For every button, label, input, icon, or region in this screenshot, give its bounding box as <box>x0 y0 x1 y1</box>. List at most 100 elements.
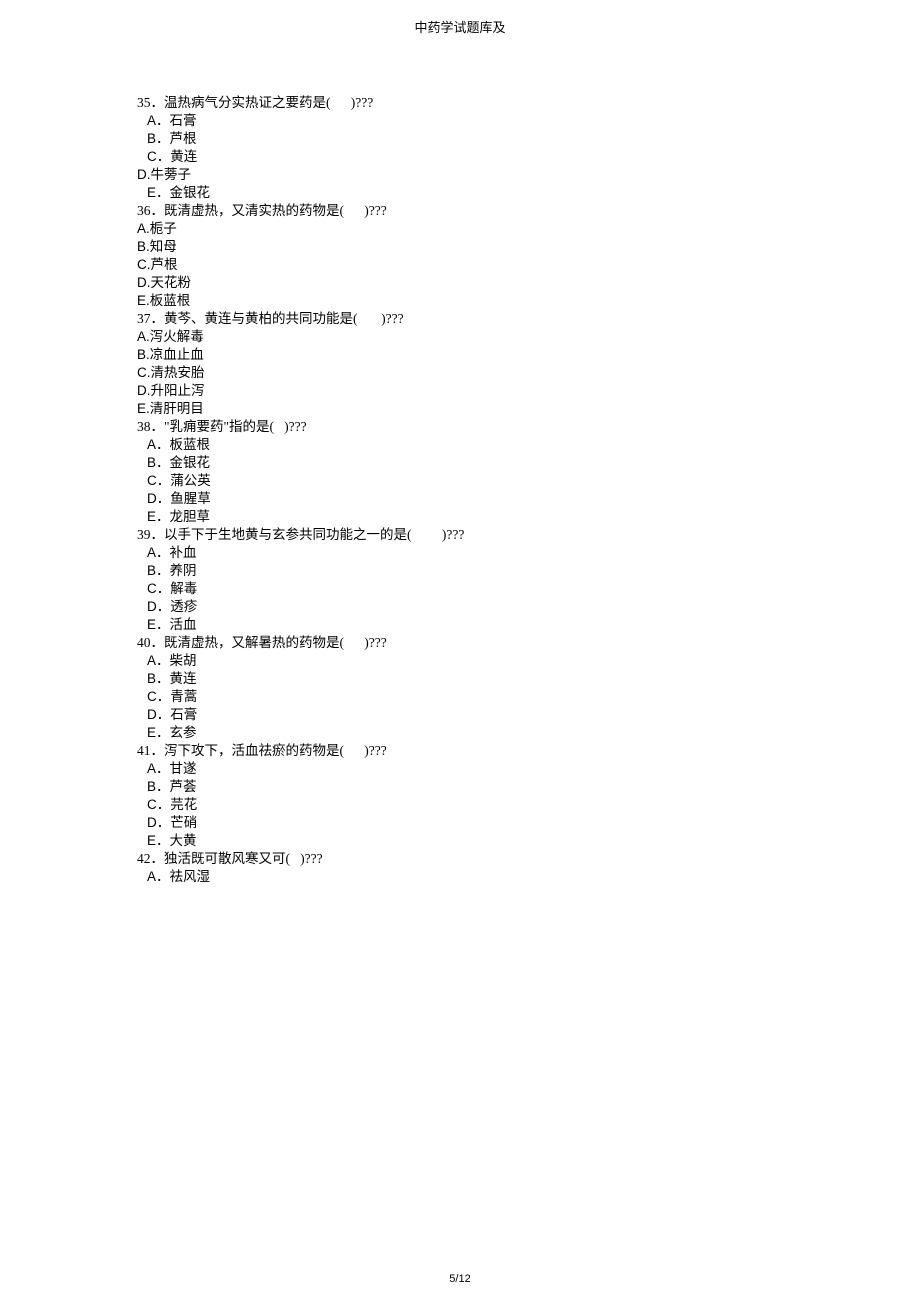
option-text: 芫花 <box>170 797 197 812</box>
option-text: 芒硝 <box>170 815 197 830</box>
option-line: A．祛风湿 <box>137 868 920 886</box>
option-line: D．石膏 <box>137 706 920 724</box>
option-line: D．透疹 <box>137 598 920 616</box>
option-text: 补血 <box>170 545 197 560</box>
option-text: 祛风湿 <box>170 869 211 884</box>
option-letter: A． <box>147 653 170 668</box>
question-line: 42．独活既可散风寒又可( )??? <box>137 850 920 868</box>
option-letter: D. <box>137 275 151 290</box>
option-letter: B. <box>137 347 150 362</box>
option-line: C．解毒 <box>137 580 920 598</box>
option-line: A．甘遂 <box>137 760 920 778</box>
option-letter: E. <box>137 293 150 308</box>
option-line: E．金银花 <box>137 184 920 202</box>
option-text: 鱼腥草 <box>170 491 211 506</box>
option-line: A.泻火解毒 <box>137 328 920 346</box>
option-text: 板蓝根 <box>170 437 211 452</box>
option-text: 芦荟 <box>170 779 197 794</box>
option-text: 板蓝根 <box>150 293 191 308</box>
option-line: C.芦根 <box>137 256 920 274</box>
option-letter: A. <box>137 329 150 344</box>
option-letter: A. <box>137 221 150 236</box>
option-text: 知母 <box>150 239 177 254</box>
option-letter: A． <box>147 545 170 560</box>
option-letter: E． <box>147 185 170 200</box>
option-letter: B． <box>147 563 170 578</box>
option-letter: E． <box>147 617 170 632</box>
option-letter: D． <box>147 491 170 506</box>
option-letter: B． <box>147 455 170 470</box>
option-line: B.知母 <box>137 238 920 256</box>
question-line: 36．既清虚热，又清实热的药物是( )??? <box>137 202 920 220</box>
option-letter: A． <box>147 761 170 776</box>
option-line: E.板蓝根 <box>137 292 920 310</box>
option-letter: D． <box>147 599 170 614</box>
option-line: C．黄连 <box>137 148 920 166</box>
option-letter: B． <box>147 779 170 794</box>
option-text: 石膏 <box>170 707 197 722</box>
page-footer: 5/12 <box>0 1273 920 1285</box>
option-line: D.牛蒡子 <box>137 166 920 184</box>
question-line: 35．温热病气分实热证之要药是( )??? <box>137 94 920 112</box>
question-line: 40．既清虚热，又解暑热的药物是( )??? <box>137 634 920 652</box>
option-line: A．柴胡 <box>137 652 920 670</box>
option-letter: D． <box>147 707 170 722</box>
option-text: 黄连 <box>170 149 197 164</box>
option-line: E．大黄 <box>137 832 920 850</box>
option-letter: B． <box>147 131 170 146</box>
option-text: 柴胡 <box>170 653 197 668</box>
option-text: 蒲公英 <box>170 473 211 488</box>
page-header: 中药学试题库及 <box>0 0 920 36</box>
option-letter: D． <box>147 815 170 830</box>
option-text: 青蒿 <box>170 689 197 704</box>
option-letter: C. <box>137 365 151 380</box>
option-text: 活血 <box>170 617 197 632</box>
question-line: 37．黄芩、黄连与黄柏的共同功能是( )??? <box>137 310 920 328</box>
option-text: 石膏 <box>170 113 197 128</box>
option-text: 龙胆草 <box>170 509 211 524</box>
option-text: 甘遂 <box>170 761 197 776</box>
option-letter: E． <box>147 725 170 740</box>
option-line: D.天花粉 <box>137 274 920 292</box>
option-letter: C. <box>137 257 151 272</box>
option-line: E．龙胆草 <box>137 508 920 526</box>
option-text: 升阳止泻 <box>151 383 205 398</box>
option-text: 清肝明目 <box>150 401 204 416</box>
option-text: 金银花 <box>170 455 211 470</box>
option-text: 透疹 <box>170 599 197 614</box>
option-line: B．养阴 <box>137 562 920 580</box>
option-letter: A． <box>147 437 170 452</box>
option-line: C.清热安胎 <box>137 364 920 382</box>
page-number: 5/12 <box>449 1273 470 1285</box>
option-letter: D. <box>137 167 151 182</box>
option-text: 黄连 <box>170 671 197 686</box>
option-letter: C． <box>147 689 170 704</box>
option-text: 牛蒡子 <box>151 167 192 182</box>
option-line: D.升阳止泻 <box>137 382 920 400</box>
option-text: 解毒 <box>170 581 197 596</box>
option-letter: C． <box>147 473 170 488</box>
option-text: 栀子 <box>150 221 177 236</box>
option-letter: C． <box>147 581 170 596</box>
option-letter: B. <box>137 239 150 254</box>
option-letter: E． <box>147 509 170 524</box>
option-text: 金银花 <box>170 185 211 200</box>
option-text: 凉血止血 <box>150 347 204 362</box>
option-line: D．鱼腥草 <box>137 490 920 508</box>
option-text: 大黄 <box>170 833 197 848</box>
option-line: B．芦根 <box>137 130 920 148</box>
option-line: C．蒲公英 <box>137 472 920 490</box>
option-text: 玄参 <box>170 725 197 740</box>
option-letter: C． <box>147 149 170 164</box>
option-line: E．玄参 <box>137 724 920 742</box>
option-letter: C． <box>147 797 170 812</box>
option-line: A．板蓝根 <box>137 436 920 454</box>
option-line: C．青蒿 <box>137 688 920 706</box>
option-letter: E． <box>147 833 170 848</box>
option-text: 天花粉 <box>151 275 192 290</box>
option-line: C．芫花 <box>137 796 920 814</box>
option-line: D．芒硝 <box>137 814 920 832</box>
header-text: 中药学试题库及 <box>414 20 505 35</box>
option-letter: A． <box>147 113 170 128</box>
option-letter: A． <box>147 869 170 884</box>
